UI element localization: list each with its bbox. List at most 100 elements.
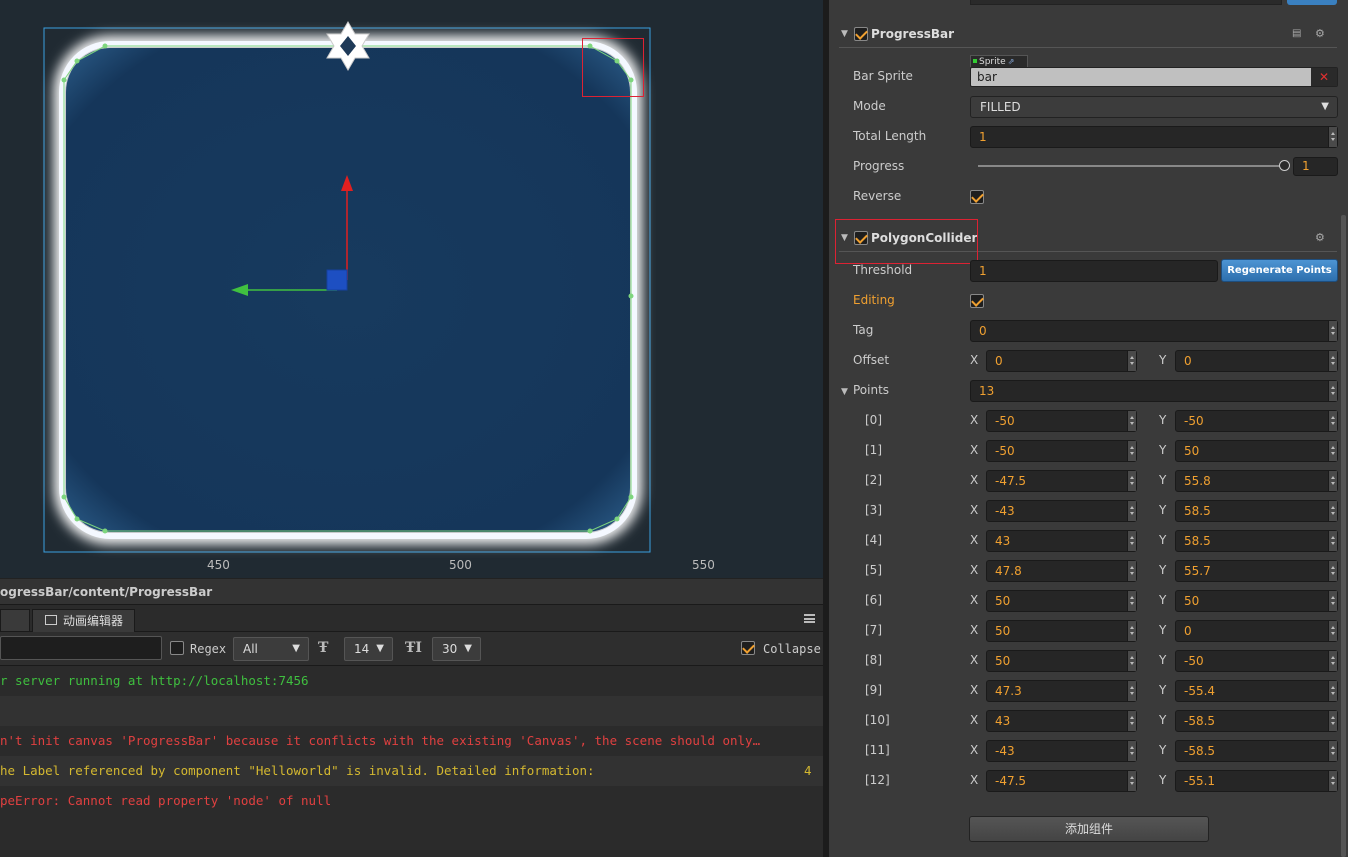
point-y-field[interactable]: 0 — [1175, 620, 1338, 642]
previous-button[interactable] — [1287, 0, 1337, 5]
add-component-button[interactable]: 添加组件 — [969, 816, 1209, 842]
stepper-icon[interactable] — [1127, 471, 1136, 491]
point-y-field[interactable]: 50 — [1175, 440, 1338, 462]
editing-checkbox[interactable] — [970, 294, 984, 308]
stepper-icon[interactable] — [1127, 531, 1136, 551]
point-x-field[interactable]: 43 — [986, 530, 1137, 552]
log-level-select[interactable]: All ▼ — [233, 637, 309, 661]
stepper-icon[interactable] — [1328, 681, 1337, 701]
component-header-progressbar[interactable]: ▼ ProgressBar ▤ ⚙ — [839, 21, 1339, 47]
stepper-icon[interactable] — [1328, 441, 1337, 461]
stepper-icon[interactable] — [1127, 411, 1136, 431]
gear-icon[interactable]: ⚙ — [1315, 225, 1325, 251]
clear-icon[interactable]: ✕ — [1311, 68, 1337, 86]
log-row[interactable]: n't init canvas 'ProgressBar' because it… — [0, 726, 823, 756]
enable-polygoncollider-checkbox[interactable] — [854, 231, 868, 245]
font-size-select[interactable]: 14 ▼ — [344, 637, 393, 661]
stepper-icon[interactable] — [1127, 651, 1136, 671]
point-x-field[interactable]: -47.5 — [986, 470, 1137, 492]
collapse-triangle-icon[interactable]: ▼ — [841, 21, 848, 47]
stepper-icon[interactable] — [1328, 501, 1337, 521]
stepper-icon[interactable] — [1127, 771, 1136, 791]
panel-menu-icon[interactable] — [804, 614, 815, 623]
console-search-input[interactable] — [0, 636, 162, 660]
progress-slider-handle[interactable] — [1279, 160, 1290, 171]
point-x-field[interactable]: 50 — [986, 590, 1137, 612]
progress-slider-track[interactable] — [978, 165, 1285, 167]
stepper-icon[interactable] — [1127, 711, 1136, 731]
point-x-field[interactable]: -43 — [986, 500, 1137, 522]
point-y-field[interactable]: -50 — [1175, 650, 1338, 672]
point-y-field[interactable]: -58.5 — [1175, 740, 1338, 762]
inspector-scrollbar[interactable] — [1341, 215, 1346, 857]
point-y-field[interactable]: 58.5 — [1175, 500, 1338, 522]
point-y-field[interactable]: 50 — [1175, 590, 1338, 612]
bar-sprite-field[interactable]: bar ✕ — [970, 67, 1338, 87]
regenerate-points-button[interactable]: Regenerate Points — [1221, 259, 1338, 282]
point-x-field[interactable]: -50 — [986, 410, 1137, 432]
points-count-field[interactable]: 13 — [970, 380, 1338, 402]
tab-animation-editor[interactable]: 动画编辑器 — [32, 609, 135, 632]
line-height-select[interactable]: 30 ▼ — [432, 637, 481, 661]
stepper-icon[interactable] — [1328, 531, 1337, 551]
stepper-icon[interactable] — [1328, 411, 1337, 431]
stepper-icon[interactable] — [1328, 471, 1337, 491]
collapse-triangle-icon[interactable]: ▼ — [841, 225, 848, 251]
point-x-field[interactable]: -47.5 — [986, 770, 1137, 792]
log-row[interactable] — [0, 696, 823, 726]
enable-progressbar-checkbox[interactable] — [854, 27, 868, 41]
total-length-field[interactable]: 1 — [970, 126, 1338, 148]
stepper-icon[interactable] — [1328, 381, 1337, 401]
stepper-icon[interactable] — [1127, 741, 1136, 761]
point-x-field[interactable]: 50 — [986, 620, 1137, 642]
regex-checkbox[interactable] — [170, 641, 184, 655]
offset-y-field[interactable]: 0 — [1175, 350, 1338, 372]
scene-view[interactable]: 450 500 550 — [0, 0, 823, 578]
point-y-field[interactable]: -58.5 — [1175, 710, 1338, 732]
point-y-field[interactable]: 58.5 — [1175, 530, 1338, 552]
tag-field[interactable]: 0 — [970, 320, 1338, 342]
point-y-field[interactable]: -55.4 — [1175, 680, 1338, 702]
points-expand-icon[interactable]: ▼ — [841, 387, 848, 397]
point-y-field[interactable]: 55.8 — [1175, 470, 1338, 492]
point-y-field[interactable]: -50 — [1175, 410, 1338, 432]
point-x-field[interactable]: 43 — [986, 710, 1137, 732]
stepper-icon[interactable] — [1127, 621, 1136, 641]
offset-x-field[interactable]: 0 — [986, 350, 1137, 372]
point-x-field[interactable]: 47.3 — [986, 680, 1137, 702]
stepper-icon[interactable] — [1328, 711, 1337, 731]
stepper-icon[interactable] — [1328, 771, 1337, 791]
progress-field[interactable]: 1 — [1293, 157, 1338, 176]
point-x-field[interactable]: -43 — [986, 740, 1137, 762]
stepper-icon[interactable] — [1127, 351, 1136, 371]
stepper-icon[interactable] — [1127, 681, 1136, 701]
stepper-icon[interactable] — [1328, 351, 1337, 371]
stepper-icon[interactable] — [1127, 441, 1136, 461]
stepper-icon[interactable] — [1328, 591, 1337, 611]
scene-canvas[interactable] — [0, 0, 823, 578]
point-x-field[interactable]: 50 — [986, 650, 1137, 672]
stepper-icon[interactable] — [1127, 591, 1136, 611]
stepper-icon[interactable] — [1328, 621, 1337, 641]
point-y-field[interactable]: -55.1 — [1175, 770, 1338, 792]
reverse-checkbox[interactable] — [970, 190, 984, 204]
collapse-checkbox[interactable] — [741, 641, 755, 655]
stepper-icon[interactable] — [1328, 561, 1337, 581]
book-icon[interactable]: ▤ — [1292, 21, 1301, 47]
stepper-icon[interactable] — [1328, 651, 1337, 671]
threshold-field[interactable]: 1 — [970, 260, 1218, 282]
stepper-icon[interactable] — [1328, 127, 1337, 147]
log-row[interactable]: he Label referenced by component "Hellow… — [0, 756, 823, 786]
link-icon[interactable]: ⇗ — [1008, 57, 1015, 66]
stepper-icon[interactable] — [1328, 741, 1337, 761]
mode-select[interactable]: FILLED ▼ — [970, 96, 1338, 118]
point-y-field[interactable]: 55.7 — [1175, 560, 1338, 582]
stepper-icon[interactable] — [1127, 501, 1136, 521]
gear-icon[interactable]: ⚙ — [1315, 21, 1325, 47]
component-header-polygoncollider[interactable]: ▼ PolygonCollider ⚙ — [839, 225, 1339, 251]
log-row[interactable]: peError: Cannot read property 'node' of … — [0, 786, 823, 816]
stepper-icon[interactable] — [1127, 561, 1136, 581]
console-log[interactable]: r server running at http://localhost:745… — [0, 666, 823, 857]
point-x-field[interactable]: -50 — [986, 440, 1137, 462]
stepper-icon[interactable] — [1328, 321, 1337, 341]
